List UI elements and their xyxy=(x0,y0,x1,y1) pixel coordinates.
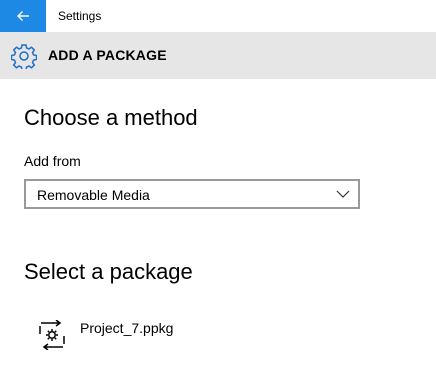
page-title: ADD A PACKAGE xyxy=(48,47,167,63)
back-button[interactable] xyxy=(0,0,46,32)
gear-icon xyxy=(11,44,37,69)
add-from-selected-value: Removable Media xyxy=(37,187,150,203)
back-arrow-icon xyxy=(17,11,29,21)
choose-method-heading: Choose a method xyxy=(24,105,198,130)
add-from-label: Add from xyxy=(24,153,81,169)
package-list-item[interactable]: Project_7.ppkg xyxy=(24,310,360,358)
select-package-heading: Select a package xyxy=(24,259,193,284)
provisioning-package-icon xyxy=(39,320,65,350)
title-bar: Settings xyxy=(0,0,436,32)
app-title: Settings xyxy=(58,9,102,23)
package-name: Project_7.ppkg xyxy=(80,320,174,336)
chevron-down-icon xyxy=(336,190,350,198)
add-from-dropdown[interactable]: Removable Media xyxy=(24,179,360,209)
